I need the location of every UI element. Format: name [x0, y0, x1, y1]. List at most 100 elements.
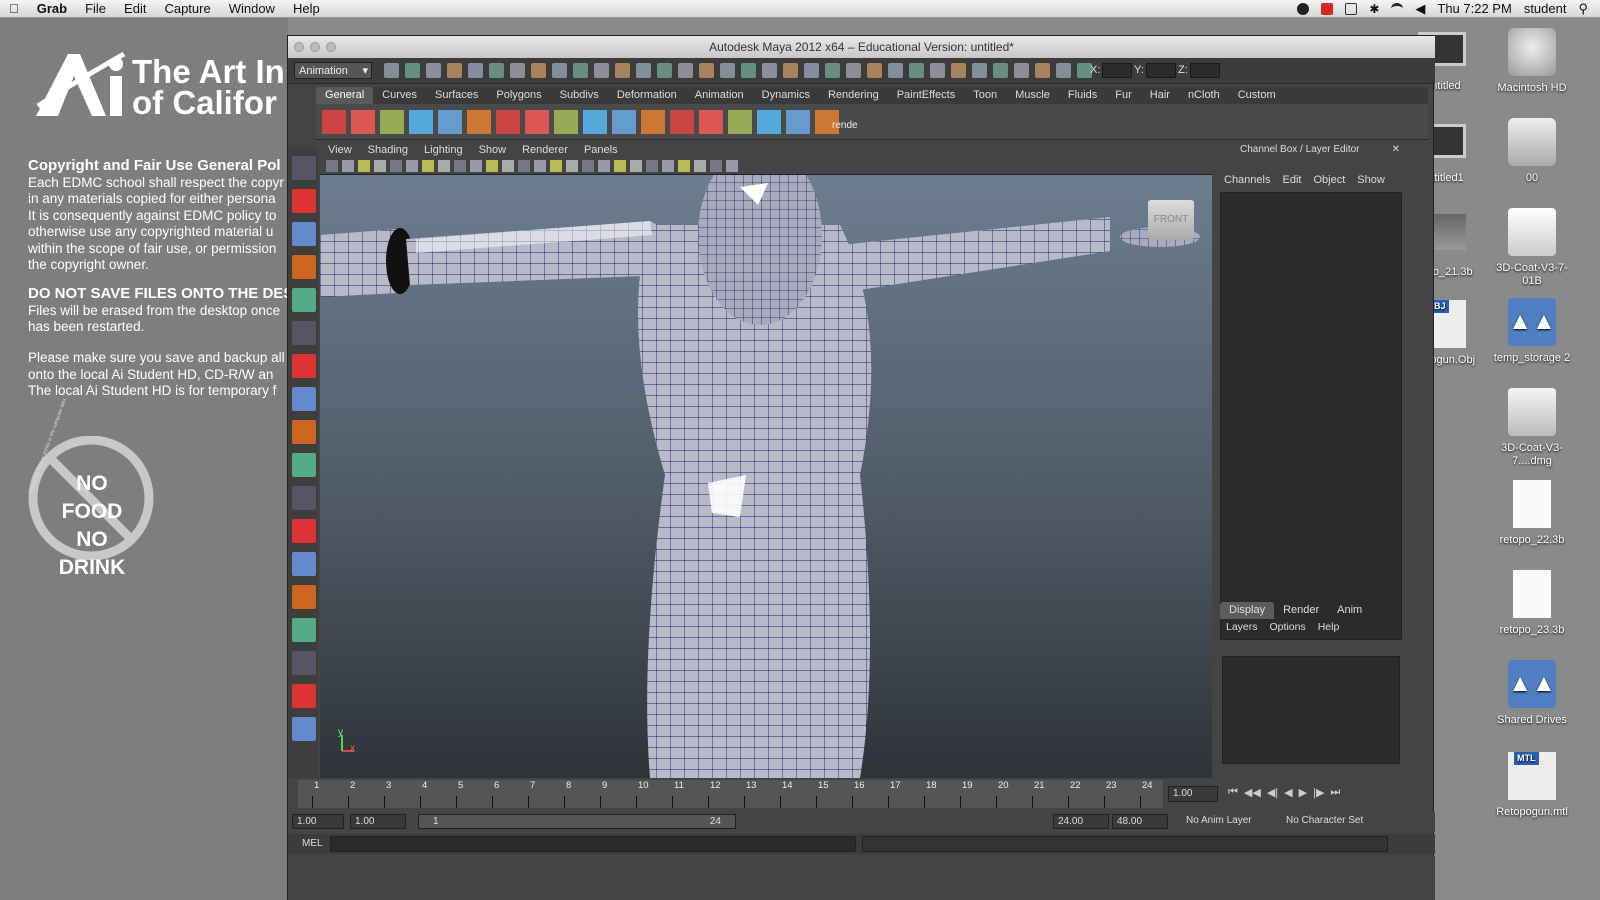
viewport-tool-icon[interactable]	[358, 160, 370, 172]
current-frame-field[interactable]: 1.00	[1168, 786, 1218, 802]
viewport-tool-icon[interactable]	[614, 160, 626, 172]
toolbar-icon[interactable]	[447, 63, 462, 78]
shelf-tool-icon[interactable]	[583, 110, 607, 134]
shelf-tool-icon[interactable]	[728, 110, 752, 134]
viewport-tool-icon[interactable]	[518, 160, 530, 172]
bluetooth-icon[interactable]: ✱	[1369, 2, 1379, 16]
viewport-tool-icon[interactable]	[630, 160, 642, 172]
step-back-icon[interactable]: ◀|	[1267, 786, 1278, 802]
shelf-tab-painteffects[interactable]: PaintEffects	[888, 87, 965, 104]
anim-layer-selector[interactable]: No Anim Layer	[1186, 815, 1252, 826]
shelf-tab-animation[interactable]: Animation	[686, 87, 753, 104]
viewport-tool-icon[interactable]	[694, 160, 706, 172]
viewport-tool-icon[interactable]	[566, 160, 578, 172]
toolbar-icon[interactable]	[510, 63, 525, 78]
viewport-tool-icon[interactable]	[710, 160, 722, 172]
tab-render[interactable]: Render	[1274, 602, 1328, 619]
calendar-status-icon[interactable]	[1345, 2, 1358, 15]
mode-selector[interactable]: Animation ▾	[294, 62, 372, 79]
toolbar-icon[interactable]	[783, 63, 798, 78]
menu-capture[interactable]: Capture	[155, 0, 219, 18]
toolbar-icon[interactable]	[699, 63, 714, 78]
character-set-selector[interactable]: No Character Set	[1286, 815, 1363, 826]
range-slider-bar[interactable]: 1 24	[418, 814, 736, 829]
layer-list[interactable]	[1222, 656, 1400, 764]
tool-button-icon[interactable]	[292, 651, 316, 675]
tool-button-icon[interactable]	[292, 420, 316, 444]
viewport-tool-icon[interactable]	[486, 160, 498, 172]
viewport-tool-icon[interactable]	[678, 160, 690, 172]
toolbar-icon[interactable]	[552, 63, 567, 78]
desktop-icon-retopo23[interactable]: retopo_23.3b	[1490, 570, 1574, 637]
maya-titlebar[interactable]: Autodesk Maya 2012 x64 – Educational Ver…	[288, 36, 1435, 58]
toolbar-icon[interactable]	[825, 63, 840, 78]
desktop-icon-retopo22[interactable]: retopo_22.3b	[1490, 480, 1574, 547]
tool-button-icon[interactable]	[292, 189, 316, 213]
red-app-icon[interactable]	[1321, 2, 1334, 15]
wifi-icon[interactable]	[1391, 2, 1404, 15]
desktop-icon-shared-drives[interactable]: ▲▲ Shared Drives	[1490, 660, 1574, 727]
play-forwards-icon[interactable]: ▶	[1299, 786, 1307, 802]
mel-input[interactable]	[330, 836, 856, 852]
shelf-tab-subdivs[interactable]: Subdivs	[551, 87, 608, 104]
tool-button-icon[interactable]	[292, 585, 316, 609]
tool-button-icon[interactable]	[292, 618, 316, 642]
viewport-tool-icon[interactable]	[502, 160, 514, 172]
toolbar-icon[interactable]	[657, 63, 672, 78]
shelf-tool-icon[interactable]	[467, 110, 491, 134]
toolbar-icon[interactable]	[1014, 63, 1029, 78]
panel-menu-view[interactable]: View	[320, 142, 360, 158]
toolbar-icon[interactable]	[762, 63, 777, 78]
go-to-start-icon[interactable]: ⏮	[1228, 786, 1238, 802]
toolbar-icon[interactable]	[1056, 63, 1071, 78]
record-status-icon[interactable]	[1297, 2, 1310, 15]
toolbar-icon[interactable]	[930, 63, 945, 78]
viewport-tool-icon[interactable]	[550, 160, 562, 172]
toolbar-icon[interactable]	[573, 63, 588, 78]
toolbar-icon[interactable]	[636, 63, 651, 78]
shelf-tool-icon[interactable]	[786, 110, 810, 134]
shelf-tab-hair[interactable]: Hair	[1141, 87, 1179, 104]
shelf-tool-icon[interactable]	[380, 110, 404, 134]
viewport-tool-icon[interactable]	[598, 160, 610, 172]
step-back-key-icon[interactable]: ◀◀	[1244, 786, 1261, 802]
menu-file[interactable]: File	[76, 0, 115, 18]
menu-edit[interactable]: Edit	[115, 0, 155, 18]
toolbar-icon[interactable]	[468, 63, 483, 78]
shelf-tab-muscle[interactable]: Muscle	[1006, 87, 1059, 104]
tool-button-icon[interactable]	[292, 453, 316, 477]
toolbar-icon[interactable]	[405, 63, 420, 78]
play-backwards-icon[interactable]: ◀	[1284, 786, 1292, 802]
shelf-tool-icon[interactable]	[612, 110, 636, 134]
panel-menu-renderer[interactable]: Renderer	[514, 142, 576, 158]
toolbar-icon[interactable]	[720, 63, 735, 78]
panel-menu-panels[interactable]: Panels	[576, 142, 626, 158]
desktop-icon-macintosh-hd[interactable]: Macintosh HD	[1490, 28, 1574, 95]
shelf-tool-icon[interactable]	[496, 110, 520, 134]
desktop-icon-temp-storage[interactable]: ▲▲ temp_storage 2	[1490, 298, 1574, 365]
toolbar-icon[interactable]	[741, 63, 756, 78]
desktop-icon-3dcoat-01b[interactable]: 3D-Coat-V3-7-01B	[1490, 208, 1574, 288]
desktop-icon-00[interactable]: 00	[1490, 118, 1574, 185]
toolbar-icon[interactable]	[909, 63, 924, 78]
shelf-tab-curves[interactable]: Curves	[373, 87, 426, 104]
tool-button-icon[interactable]	[292, 552, 316, 576]
shelf-tool-icon[interactable]	[351, 110, 375, 134]
go-to-end-icon[interactable]: ⏭	[1330, 786, 1340, 802]
time-slider[interactable]: 1 2 3 4 5 6 7 8 9 10 11 12 13 14 15 16 17 18 19 20 21 22 23 24	[298, 780, 1163, 808]
tool-button-icon[interactable]	[292, 255, 316, 279]
toolbar-icon[interactable]	[615, 63, 630, 78]
toolbar-icon[interactable]	[678, 63, 693, 78]
render-shelf-label[interactable]: rende	[832, 120, 858, 131]
viewport-tool-icon[interactable]	[390, 160, 402, 172]
shelf-tool-icon[interactable]	[757, 110, 781, 134]
toolbar-icon[interactable]	[1035, 63, 1050, 78]
tool-button-icon[interactable]	[292, 717, 316, 741]
toolbar-icon[interactable]	[426, 63, 441, 78]
toolbar-icon[interactable]	[594, 63, 609, 78]
zoom-button[interactable]	[326, 42, 336, 52]
start-time-field[interactable]: 1.00	[292, 814, 344, 829]
viewport-tool-icon[interactable]	[342, 160, 354, 172]
minimize-button[interactable]	[310, 42, 320, 52]
tool-button-icon[interactable]	[292, 222, 316, 246]
